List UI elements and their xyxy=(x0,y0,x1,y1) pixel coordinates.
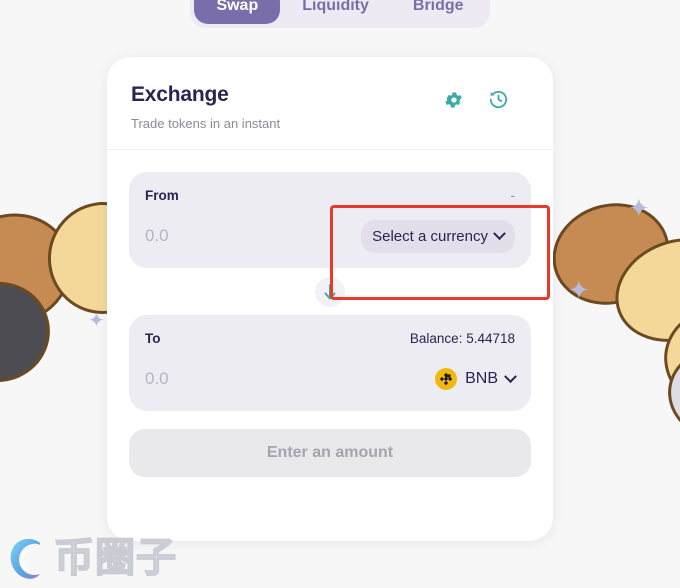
from-panel-bottom: Select a currency xyxy=(145,219,515,253)
select-currency-button[interactable]: Select a currency xyxy=(361,219,515,253)
to-balance: Balance: 5.44718 xyxy=(409,330,515,346)
to-panel-top: To Balance: 5.44718 xyxy=(145,328,515,348)
decor-blob-right-brown xyxy=(540,189,680,319)
card-header: Exchange Trade tokens in an instant xyxy=(107,57,553,150)
watermark: 币圈子 xyxy=(6,534,177,582)
to-amount-input[interactable] xyxy=(145,369,325,389)
tab-liquidity[interactable]: Liquidity xyxy=(280,0,391,24)
to-panel: To Balance: 5.44718 0.0 BNB xyxy=(129,315,531,411)
sparkle-icon: ✦ xyxy=(568,276,590,306)
page-title: Exchange xyxy=(131,83,229,106)
swap-direction-button[interactable] xyxy=(315,277,345,307)
top-navigation-wrap: Swap Liquidity Bridge xyxy=(0,0,680,28)
card-header-text: Exchange Trade tokens in an instant xyxy=(131,83,280,131)
from-amount-input[interactable] xyxy=(145,226,325,246)
decor-blob-left-dark xyxy=(0,272,60,392)
gear-icon[interactable] xyxy=(444,90,464,110)
to-panel-bottom: BNB xyxy=(145,362,517,396)
tab-swap[interactable]: Swap xyxy=(194,0,281,24)
decor-blob-right-gray xyxy=(662,341,680,447)
decor-blob-right-tan-1 xyxy=(600,221,680,359)
bnb-token-icon xyxy=(435,368,458,390)
decor-blob-left-brown xyxy=(0,198,87,340)
from-label: From xyxy=(145,187,179,203)
sparkle-icon: ✦ xyxy=(628,194,650,224)
header-actions xyxy=(444,83,529,110)
from-panel-top: From - xyxy=(145,185,515,205)
to-label: To xyxy=(145,330,161,346)
swap-direction-row xyxy=(129,277,531,307)
to-token-selector-button[interactable]: BNB xyxy=(435,368,517,390)
card-body: From - Select a currency xyxy=(107,150,553,477)
select-currency-label: Select a currency xyxy=(372,227,488,245)
watermark-text: 币圈子 xyxy=(53,535,177,581)
history-clock-icon[interactable] xyxy=(488,89,509,110)
chevron-down-icon xyxy=(493,226,506,240)
sparkle-icon: ✦ xyxy=(88,308,105,332)
chevron-down-icon xyxy=(504,369,517,383)
enter-amount-button[interactable]: Enter an amount xyxy=(129,429,531,477)
spiral-logo-icon xyxy=(6,534,50,582)
from-balance-placeholder: - xyxy=(510,187,516,203)
tab-bar: Swap Liquidity Bridge xyxy=(190,0,490,28)
from-panel: From - Select a currency xyxy=(129,172,531,268)
decor-blob-right-tan-2 xyxy=(655,298,680,422)
exchange-card: Exchange Trade tokens in an instant From… xyxy=(107,57,553,541)
to-token-symbol: BNB xyxy=(465,370,498,387)
tab-bridge[interactable]: Bridge xyxy=(391,0,486,24)
page-subtitle: Trade tokens in an instant xyxy=(131,116,281,131)
